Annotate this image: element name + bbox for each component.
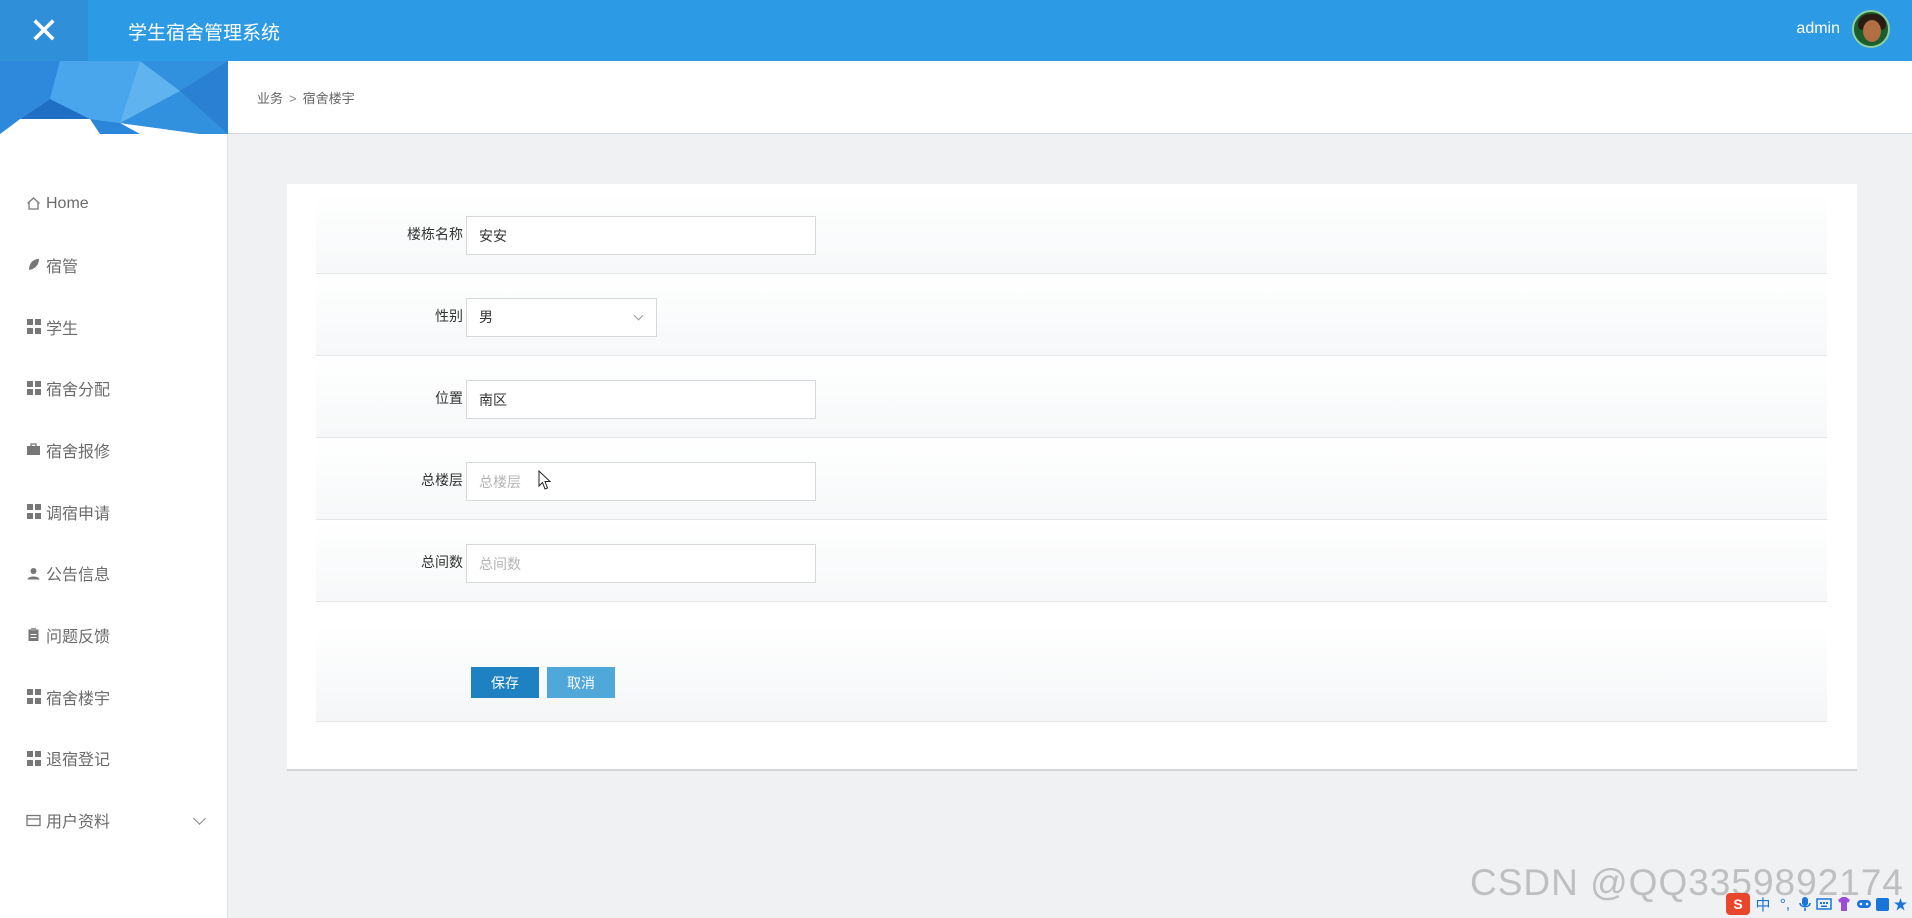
sidebar-item-announcements[interactable]: 公告信息: [0, 542, 228, 604]
sidebar-item-label: 宿舍分配: [46, 382, 111, 400]
gender-select-value: 男: [479, 309, 493, 325]
total-rooms-label: 总间数: [421, 554, 463, 570]
gender-select[interactable]: 男: [466, 298, 657, 337]
form-actions: 保存 取消: [316, 624, 1827, 722]
sidebar-item-label: 退宿登记: [46, 752, 111, 770]
home-icon: [26, 196, 41, 211]
chevron-down-icon[interactable]: [193, 812, 206, 825]
sidebar-item-label: 宿舍楼宇: [46, 690, 111, 708]
sidebar-nav: Home 宿管 学生 宿舍分配 宿舍报修 调宿申请 公告信息 问题反馈 宿舍楼宇…: [0, 173, 228, 851]
grid-icon: [26, 689, 41, 704]
total-floors-input[interactable]: [466, 462, 816, 501]
sidebar-item-dorm-allocation[interactable]: 宿舍分配: [0, 357, 228, 419]
sidebar-item-label: 公告信息: [46, 567, 111, 585]
sidebar-item-user-profile[interactable]: 用户资料: [0, 789, 228, 851]
total-floors-label: 总楼层: [421, 472, 463, 488]
form-panel: 楼栋名称 性别 男 位置 总楼层 总间数 保存 取消: [287, 184, 1857, 771]
sidebar-item-label: Home: [46, 194, 89, 212]
sidebar-item-home[interactable]: Home: [0, 173, 228, 234]
sidebar: Home 宿管 学生 宿舍分配 宿舍报修 调宿申请 公告信息 问题反馈 宿舍楼宇…: [0, 61, 228, 918]
sidebar-item-label: 宿管: [46, 258, 79, 276]
user-name[interactable]: admin: [1796, 20, 1840, 38]
sidebar-banner: [0, 61, 228, 134]
clipboard-icon: [26, 627, 41, 642]
banner-graphic: [0, 61, 228, 134]
chevron-down-icon: [633, 310, 644, 321]
breadcrumb-parent[interactable]: 业务: [257, 91, 283, 106]
grid-icon: [26, 380, 41, 396]
grid-icon: [26, 751, 41, 766]
form-row-location: 位置: [316, 356, 1827, 438]
breadcrumb-current: 宿舍楼宇: [302, 91, 355, 106]
gender-label: 性别: [435, 308, 463, 324]
avatar-face: [1863, 20, 1881, 42]
sidebar-item-dorm-repair[interactable]: 宿舍报修: [0, 419, 228, 481]
location-label: 位置: [435, 390, 463, 406]
sidebar-item-feedback[interactable]: 问题反馈: [0, 604, 228, 666]
cancel-button[interactable]: 取消: [547, 667, 615, 698]
sidebar-item-dorm-manager[interactable]: 宿管: [0, 234, 228, 296]
breadcrumb-bar: 业务 > 宿舍楼宇: [228, 61, 1912, 134]
app-title: 学生宿舍管理系统: [128, 23, 281, 44]
location-input[interactable]: [466, 380, 816, 419]
save-button[interactable]: 保存: [471, 667, 539, 698]
avatar[interactable]: [1852, 10, 1890, 48]
building-name-label: 楼栋名称: [407, 226, 463, 242]
ime-language[interactable]: 中: [1754, 894, 1772, 915]
close-menu-button[interactable]: ✕: [0, 0, 88, 61]
ime-toolbar[interactable]: S 中 °,: [1726, 892, 1908, 916]
card-icon: [26, 813, 41, 828]
skin-icon[interactable]: [1836, 896, 1852, 912]
gamepad-icon[interactable]: [1856, 897, 1872, 911]
leaf-icon: [26, 257, 41, 272]
user-menu[interactable]: admin: [1796, 10, 1890, 48]
mouse-cursor-icon: [538, 470, 552, 490]
microphone-icon[interactable]: [1798, 896, 1812, 912]
sidebar-item-label: 学生: [46, 320, 79, 338]
toolbox-icon[interactable]: [1876, 897, 1889, 911]
briefcase-icon: [26, 442, 41, 457]
ime-logo-icon[interactable]: S: [1726, 893, 1750, 915]
sidebar-item-label: 宿舍报修: [46, 443, 111, 461]
total-rooms-input[interactable]: [466, 544, 816, 583]
grid-icon: [26, 319, 41, 334]
grid-icon: [26, 504, 41, 519]
breadcrumb: 业务 > 宿舍楼宇: [257, 88, 355, 107]
sidebar-item-students[interactable]: 学生: [0, 296, 228, 358]
top-navbar: ✕ 学生宿舍管理系统 admin: [0, 0, 1912, 61]
breadcrumb-separator: >: [289, 91, 297, 106]
sidebar-item-label: 问题反馈: [46, 628, 111, 646]
form-row-gender: 性别 男: [316, 274, 1827, 356]
sidebar-item-transfer-request[interactable]: 调宿申请: [0, 481, 228, 543]
building-name-input[interactable]: [466, 216, 816, 255]
sidebar-item-dorm-buildings[interactable]: 宿舍楼宇: [0, 666, 228, 728]
ime-punctuation[interactable]: °,: [1776, 896, 1794, 913]
sidebar-item-checkout[interactable]: 退宿登记: [0, 728, 228, 790]
keyboard-icon[interactable]: [1816, 897, 1832, 911]
form-row-total-rooms: 总间数: [316, 520, 1827, 602]
form-row-building-name: 楼栋名称: [316, 192, 1827, 274]
sidebar-item-label: 调宿申请: [46, 505, 111, 523]
settings-icon[interactable]: [1893, 897, 1908, 912]
close-icon: ✕: [28, 9, 60, 51]
sidebar-item-label: 用户资料: [46, 814, 111, 832]
user-icon: [26, 566, 41, 581]
